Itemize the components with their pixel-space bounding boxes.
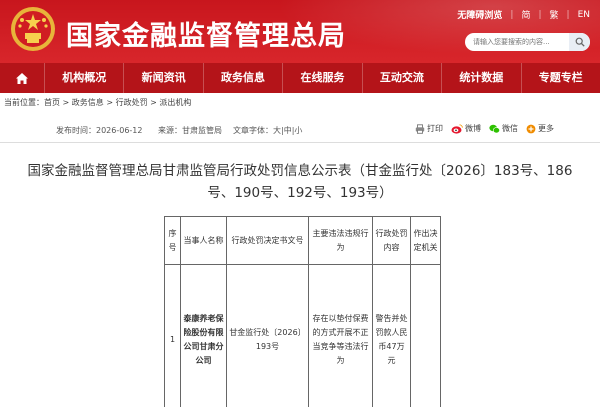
cell-doc-no: 甘金监行处〔2026〕193号 <box>226 264 309 407</box>
lang-traditional-link[interactable]: 繁 <box>550 8 559 21</box>
article-meta: 发布时间：2026-06-12 来源：甘肃监管局 文章字体：大|中|小 打印 微… <box>0 120 600 140</box>
header-party: 当事人名称 <box>180 216 227 265</box>
nav-item-interaction[interactable]: 互动交流 <box>361 63 441 93</box>
font-size-control: 文章字体：大|中|小 <box>233 125 302 136</box>
cell-index: 1 <box>164 264 181 407</box>
weibo-icon <box>451 123 463 134</box>
lang-simplified-link[interactable]: 简 <box>521 8 530 21</box>
cell-party: 泰康养老保险股份有限公司甘肃分公司 <box>180 264 227 407</box>
separator: | <box>538 9 542 20</box>
top-links: 无障碍浏览 | 简 | 繁 | EN <box>457 8 590 22</box>
table-header-row: 序号 当事人名称 行政处罚决定书文号 主要违法违规行为 行政处罚内容 作出决定机… <box>164 216 441 265</box>
breadcrumb-item-penalty[interactable]: 行政处罚 <box>116 98 148 107</box>
separator: | <box>510 9 514 20</box>
header-penalty: 行政处罚内容 <box>372 216 411 265</box>
national-emblem-icon[interactable] <box>10 6 56 52</box>
breadcrumb-item-branch[interactable]: 派出机构 <box>159 98 191 107</box>
nav-item-news[interactable]: 新闻资讯 <box>123 63 202 93</box>
weibo-share[interactable]: 微博 <box>451 123 481 134</box>
lang-english-link[interactable]: EN <box>578 10 590 20</box>
home-icon <box>16 72 28 84</box>
breadcrumb-sep: > <box>147 98 160 107</box>
cell-violation: 存在以垫付保费的方式开展不正当竞争等违法行为 <box>308 264 373 407</box>
breadcrumb-item-government-info[interactable]: 政务信息 <box>72 98 104 107</box>
separator: | <box>566 9 570 20</box>
more-label: 更多 <box>538 124 554 133</box>
font-size-medium[interactable]: 中 <box>284 126 292 135</box>
penalty-table: 序号 当事人名称 行政处罚决定书文号 主要违法违规行为 行政处罚内容 作出决定机… <box>164 216 441 407</box>
font-size-label: 文章字体： <box>233 126 273 135</box>
more-icon <box>526 124 536 133</box>
breadcrumb-sep: > <box>60 98 72 107</box>
share-tools: 打印 微博 微信 更多 <box>415 123 554 134</box>
more-share[interactable]: 更多 <box>526 123 554 134</box>
accessibility-link[interactable]: 无障碍浏览 <box>457 8 502 21</box>
nav-item-government-info[interactable]: 政务信息 <box>202 63 282 93</box>
nav-item-statistics[interactable]: 统计数据 <box>441 63 520 93</box>
site-header: 国家金融监督管理总局 无障碍浏览 | 简 | 繁 | EN <box>0 0 600 63</box>
header-index: 序号 <box>164 216 181 265</box>
article-source: 来源：甘肃监管局 <box>158 126 222 135</box>
nav-item-online-service[interactable]: 在线服务 <box>282 63 361 93</box>
nav-item-about[interactable]: 机构概况 <box>44 63 123 93</box>
print-label: 打印 <box>427 124 443 133</box>
cell-authority <box>410 264 441 407</box>
font-size-large[interactable]: 大 <box>273 126 281 135</box>
article-title: 国家金融监督管理总局甘肃监管局行政处罚信息公示表（甘金监行处〔2026〕183号… <box>27 163 573 201</box>
weibo-label: 微博 <box>465 124 481 133</box>
cell-penalty: 警告并处罚款人民币47万元 <box>372 264 411 407</box>
site-title[interactable]: 国家金融监督管理总局 <box>66 14 346 53</box>
search-icon <box>575 37 585 47</box>
wechat-share[interactable]: 微信 <box>489 123 518 134</box>
breadcrumb-prefix: 当前位置： <box>4 98 44 107</box>
font-size-small[interactable]: 小 <box>294 126 302 135</box>
print-button[interactable]: 打印 <box>415 123 443 134</box>
table-row: 1 泰康养老保险股份有限公司甘肃分公司 甘金监行处〔2026〕193号 存在以垫… <box>164 264 441 407</box>
nav-item-special-topics[interactable]: 专题专栏 <box>520 63 600 93</box>
divider <box>0 142 600 143</box>
search-box <box>465 33 590 51</box>
breadcrumb: 当前位置：首页 > 政务信息 > 行政处罚 > 派出机构 <box>4 97 191 108</box>
header-violation: 主要违法违规行为 <box>308 216 373 265</box>
breadcrumb-item-home[interactable]: 首页 <box>44 98 60 107</box>
wechat-icon <box>489 124 500 133</box>
wechat-label: 微信 <box>502 124 518 133</box>
printer-icon <box>415 123 425 134</box>
header-doc-no: 行政处罚决定书文号 <box>226 216 309 265</box>
header-authority: 作出决定机关 <box>410 216 441 265</box>
breadcrumb-sep: > <box>103 98 116 107</box>
nav-home[interactable] <box>0 72 44 85</box>
search-input[interactable] <box>465 38 569 46</box>
publish-time: 发布时间：2026-06-12 <box>56 126 143 135</box>
main-nav: 机构概况 新闻资讯 政务信息 在线服务 互动交流 统计数据 专题专栏 <box>0 63 600 93</box>
search-button[interactable] <box>569 33 590 51</box>
